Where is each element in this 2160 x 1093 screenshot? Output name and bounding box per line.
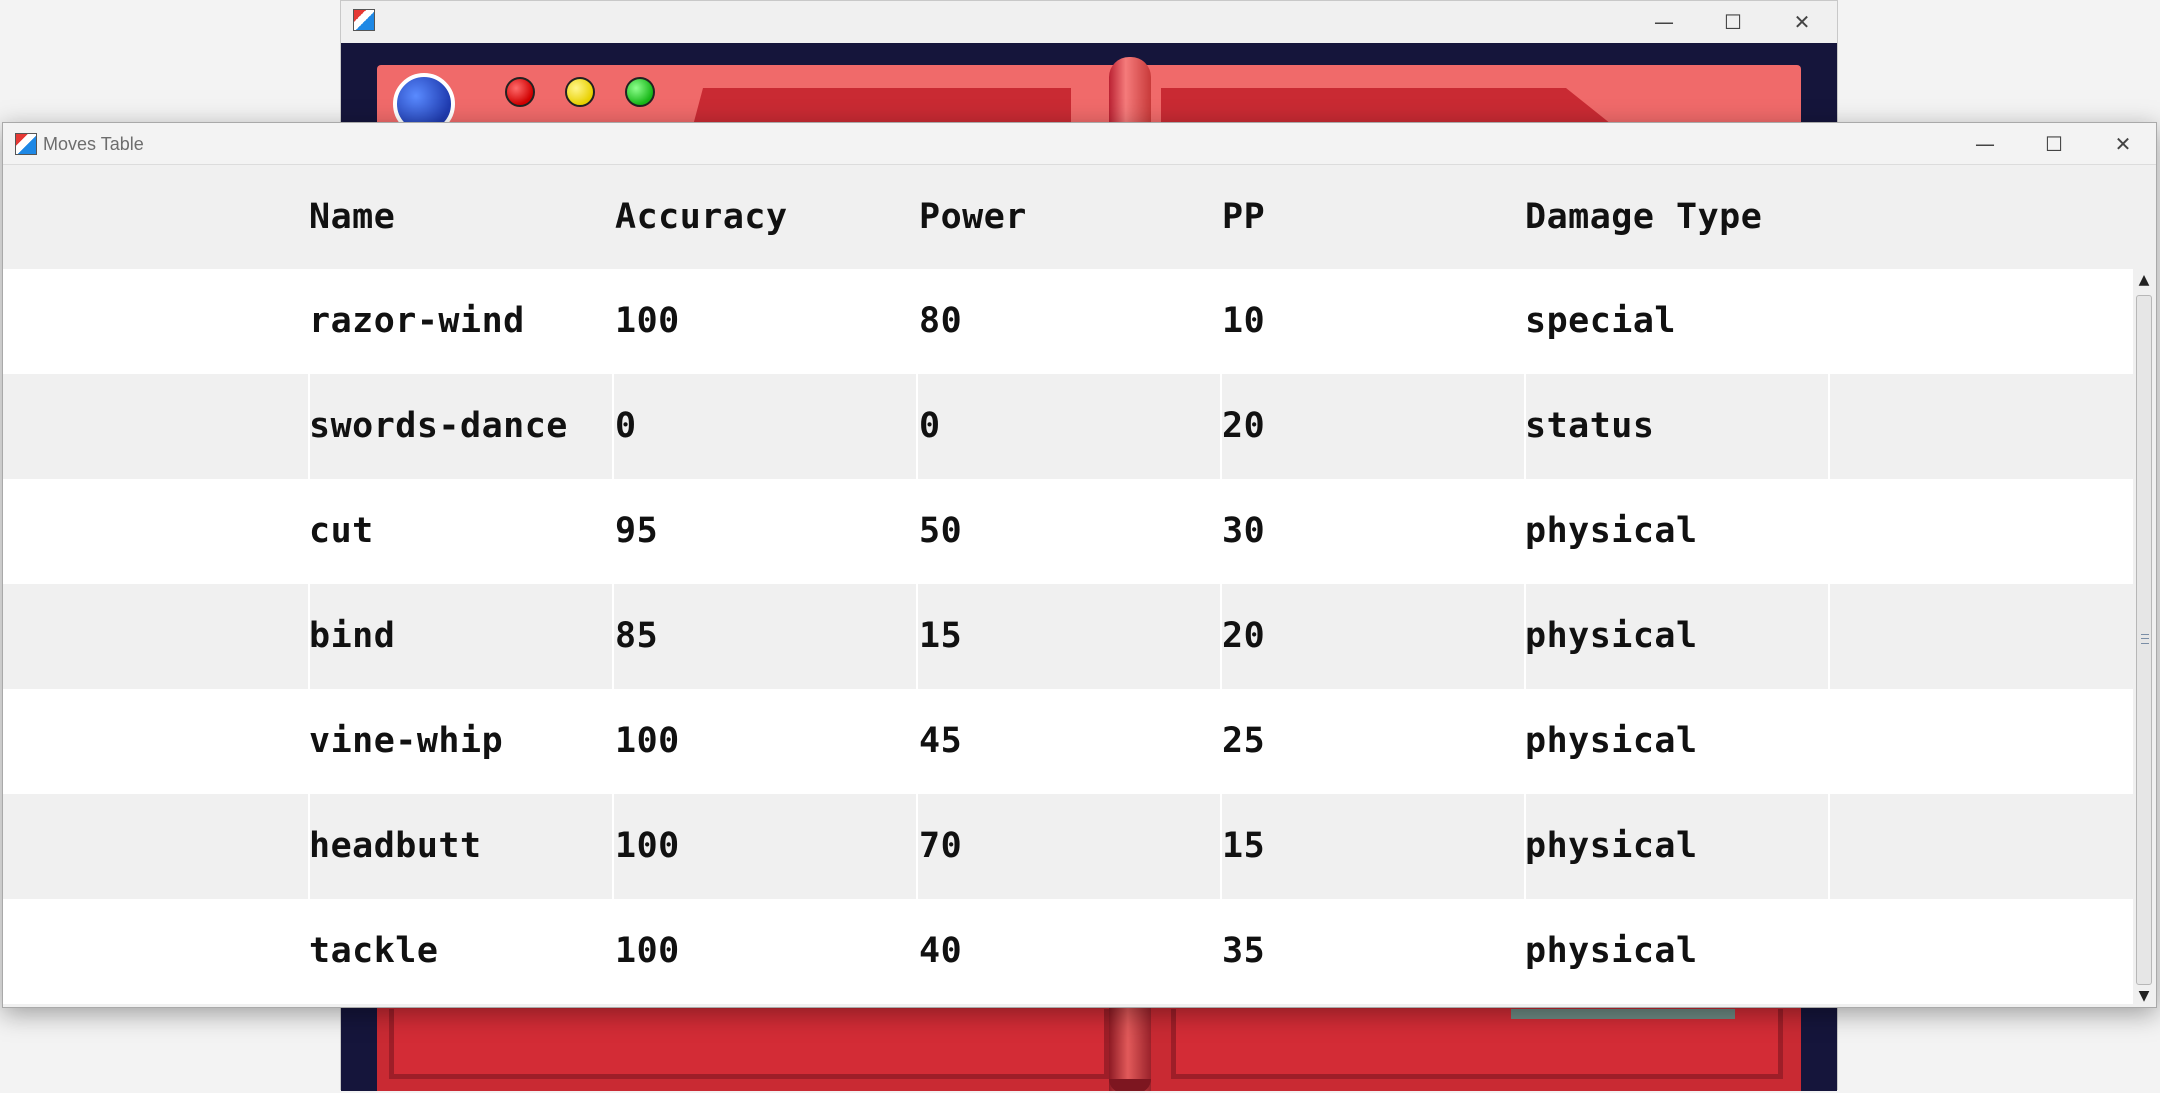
column-header-damage-type[interactable]: Damage Type — [1525, 165, 1762, 269]
scroll-up-button[interactable]: ▲ — [2133, 269, 2155, 291]
maximize-button[interactable]: ☐ — [1698, 1, 1768, 43]
cell-damage-type: physical — [1525, 931, 1698, 971]
column-divider — [612, 374, 614, 479]
cell-damage-type: physical — [1525, 616, 1698, 656]
cell-name: tackle — [309, 931, 439, 971]
table-row[interactable]: razor-wind 100 80 10 special — [3, 269, 2133, 374]
cell-damage-type: physical — [1525, 721, 1698, 761]
table-row[interactable]: headbutt 100 70 15 physical — [3, 794, 2133, 899]
cell-pp: 20 — [1222, 406, 1266, 446]
close-icon: ✕ — [2114, 132, 2132, 156]
cell-power: 80 — [919, 301, 963, 341]
cell-accuracy: 95 — [615, 511, 659, 551]
java-app-icon — [15, 133, 37, 155]
cell-pp: 30 — [1222, 511, 1266, 551]
moves-titlebar[interactable]: Moves Table — ☐ ✕ — [3, 123, 2156, 165]
column-divider — [1828, 374, 1830, 479]
maximize-button[interactable]: ☐ — [2019, 123, 2089, 165]
grip-icon — [2141, 634, 2149, 644]
cell-accuracy: 100 — [615, 931, 680, 971]
cell-accuracy: 100 — [615, 826, 680, 866]
column-divider — [612, 584, 614, 689]
maximize-icon: ☐ — [1724, 10, 1742, 34]
arrow-up-icon: ▲ — [2138, 272, 2150, 288]
minimize-button[interactable]: — — [1950, 123, 2020, 165]
yellow-light-icon — [565, 77, 595, 107]
pokedex-bottom-panel-left — [389, 1009, 1109, 1079]
column-header-name[interactable]: Name — [309, 165, 395, 269]
scroll-down-button[interactable]: ▼ — [2133, 985, 2155, 1007]
cell-name: cut — [309, 511, 374, 551]
column-divider — [916, 794, 918, 899]
cell-power: 45 — [919, 721, 963, 761]
pokedex-hinge-bottom — [1109, 1003, 1151, 1091]
column-divider — [1828, 794, 1830, 899]
cell-accuracy: 100 — [615, 721, 680, 761]
cell-pp: 10 — [1222, 301, 1266, 341]
scrollbar-thumb[interactable] — [2136, 295, 2152, 985]
pokedex-screen-edge — [1511, 1009, 1735, 1019]
column-header-pp[interactable]: PP — [1222, 165, 1265, 269]
pokedex-titlebar: — ☐ ✕ — [341, 1, 1837, 43]
cell-name: swords-dance — [309, 406, 568, 446]
cell-power: 40 — [919, 931, 963, 971]
table-row[interactable]: bind 85 15 20 physical — [3, 584, 2133, 689]
cell-name: razor-wind — [309, 301, 525, 341]
column-divider — [1828, 584, 1830, 689]
pokedex-bottom-panel-right — [1171, 1009, 1783, 1079]
pokedex-hinge-cap — [1109, 1079, 1151, 1091]
close-button[interactable]: ✕ — [2088, 123, 2158, 165]
table-row[interactable]: tackle 100 40 35 physical — [3, 899, 2133, 1004]
column-header-power[interactable]: Power — [919, 165, 1027, 269]
cell-damage-type: physical — [1525, 511, 1698, 551]
java-app-icon — [353, 9, 375, 31]
cell-accuracy: 0 — [615, 406, 637, 446]
table-header: Name Accuracy Power PP Damage Type — [3, 165, 2133, 269]
cell-name: bind — [309, 616, 396, 656]
cell-name: vine-whip — [309, 721, 504, 761]
cell-damage-type: special — [1525, 301, 1677, 341]
cell-power: 70 — [919, 826, 963, 866]
cell-damage-type: status — [1525, 406, 1655, 446]
close-icon: ✕ — [1793, 10, 1811, 34]
table-row[interactable]: vine-whip 100 45 25 physical — [3, 689, 2133, 794]
table-row[interactable]: swords-dance 0 0 20 status — [3, 374, 2133, 479]
vertical-scrollbar[interactable]: ▲ ▼ — [2133, 269, 2155, 1007]
red-light-icon — [505, 77, 535, 107]
arrow-down-icon: ▼ — [2138, 988, 2150, 1004]
table-row[interactable]: cut 95 50 30 physical — [3, 479, 2133, 584]
minimize-icon: — — [1654, 10, 1674, 34]
moves-table: Name Accuracy Power PP Damage Type razor… — [3, 165, 2133, 1007]
green-light-icon — [625, 77, 655, 107]
cell-accuracy: 100 — [615, 301, 680, 341]
column-divider — [612, 794, 614, 899]
close-button[interactable]: ✕ — [1767, 1, 1837, 43]
cell-pp: 15 — [1222, 826, 1266, 866]
column-header-accuracy[interactable]: Accuracy — [615, 165, 788, 269]
maximize-icon: ☐ — [2045, 132, 2063, 156]
cell-power: 50 — [919, 511, 963, 551]
cell-damage-type: physical — [1525, 826, 1698, 866]
column-divider — [916, 374, 918, 479]
cell-pp: 20 — [1222, 616, 1266, 656]
cell-pp: 25 — [1222, 721, 1266, 761]
minimize-button[interactable]: — — [1629, 1, 1699, 43]
cell-power: 15 — [919, 616, 963, 656]
column-divider — [916, 584, 918, 689]
cell-pp: 35 — [1222, 931, 1266, 971]
minimize-icon: — — [1975, 132, 1995, 156]
cell-name: headbutt — [309, 826, 482, 866]
window-title: Moves Table — [43, 134, 144, 154]
moves-table-window: Moves Table — ☐ ✕ Name Accuracy Power PP… — [2, 122, 2157, 1008]
cell-accuracy: 85 — [615, 616, 659, 656]
cell-power: 0 — [919, 406, 941, 446]
